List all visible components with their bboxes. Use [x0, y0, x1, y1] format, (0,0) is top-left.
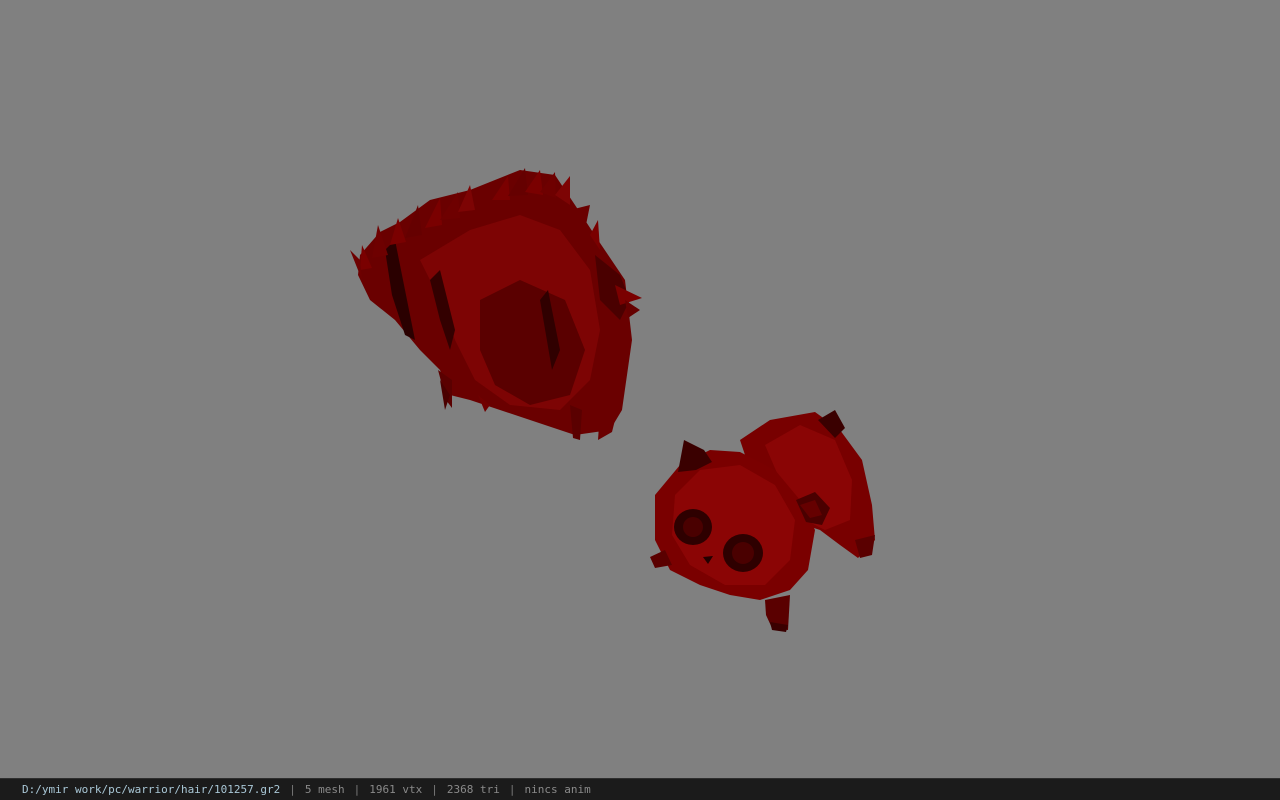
separator: |: [508, 783, 516, 796]
mesh-count-label: 5 mesh: [304, 783, 345, 796]
separator: |: [289, 783, 296, 796]
scene-canvas[interactable]: [0, 0, 1280, 778]
3d-viewport[interactable]: [0, 0, 1280, 778]
file-path-label: D:/ymir work/pc/warrior/hair/101257.gr2: [22, 783, 281, 796]
status-bar: D:/ymir work/pc/warrior/hair/101257.gr2 |…: [0, 778, 1280, 800]
animation-status-label: nincs anim: [524, 783, 591, 796]
triangle-count-label: 2368 tri: [446, 783, 500, 796]
separator: |: [431, 783, 438, 796]
panda-accessory-mesh: [650, 410, 875, 632]
separator: |: [353, 783, 361, 796]
hair-mesh: [350, 168, 642, 440]
vertex-count-label: 1961 vtx: [369, 783, 423, 796]
